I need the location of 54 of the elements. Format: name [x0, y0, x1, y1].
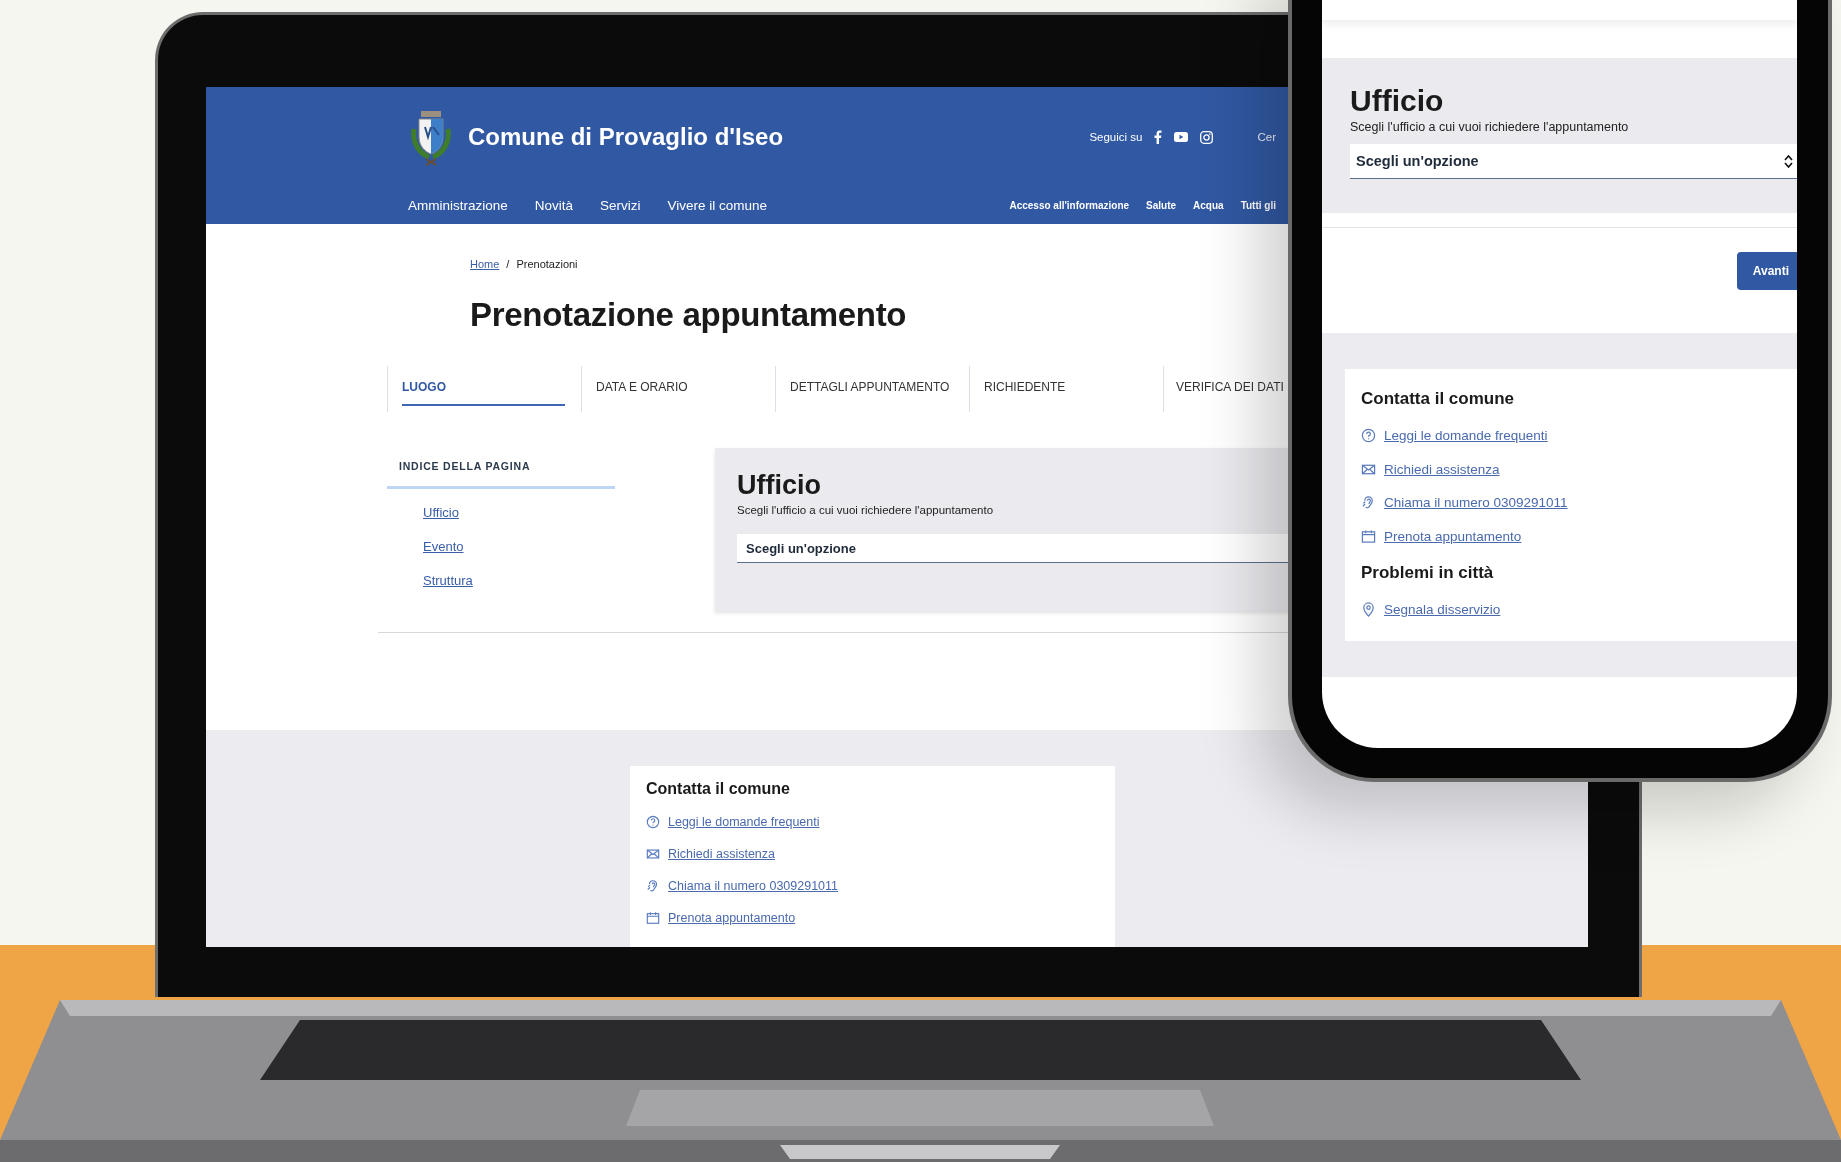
- nav-link[interactable]: Tutti gli: [1240, 200, 1276, 211]
- contact-link[interactable]: Segnala disservizio: [1384, 602, 1501, 618]
- page-index-link[interactable]: Ufficio: [423, 503, 615, 523]
- nav-link[interactable]: Vivere il comune: [667, 198, 768, 213]
- calendar-icon: [1361, 528, 1376, 544]
- location-pin-icon: [1361, 602, 1376, 618]
- select-field[interactable]: Scegli un'opzione: [1350, 144, 1797, 179]
- site-name[interactable]: Comune di Provaglio d'Iseo: [468, 123, 784, 151]
- section-description: Scegli l'ufficio a cui vuoi richiedere l'appuntamento: [1350, 120, 1630, 134]
- section-description: Scegli l'ufficio a cui vuoi richiedere l'appuntamento: [737, 504, 995, 516]
- instagram-icon[interactable]: [1200, 130, 1214, 144]
- page-index-title: INDICE DELLA PAGINA: [387, 448, 615, 489]
- contact-link[interactable]: Prenota appuntamento: [668, 911, 796, 925]
- calendar-icon: [646, 911, 660, 925]
- breadcrumb-link[interactable]: Home: [470, 258, 500, 270]
- contact-link[interactable]: Richiedi assistenza: [1384, 461, 1500, 477]
- page-title: Prenotazione appuntamento: [470, 296, 908, 334]
- step-tab[interactable]: DATA E ORARIO: [581, 366, 775, 412]
- section-title: Ufficio: [737, 470, 822, 501]
- next-button[interactable]: Avanti: [1736, 252, 1797, 290]
- breadcrumb-current: Prenotazioni: [516, 258, 578, 270]
- section-heading: Contatta il comune: [646, 780, 791, 798]
- breadcrumb-separator: /: [506, 258, 510, 270]
- nav-link[interactable]: Novità: [534, 198, 574, 213]
- youtube-icon[interactable]: [1174, 132, 1189, 142]
- select-field[interactable]: Scegli un'opzione: [737, 534, 1291, 563]
- page-index-link[interactable]: Struttura: [423, 571, 615, 591]
- section-heading: Contatta il comune: [1361, 389, 1515, 409]
- contact-link[interactable]: Chiama il numero 0309291011: [1384, 495, 1568, 511]
- page-index-link[interactable]: Evento: [423, 537, 615, 557]
- step-tab[interactable]: LUOGO: [387, 366, 581, 412]
- nav-link[interactable]: Salute: [1146, 200, 1177, 211]
- section-title: Ufficio: [1350, 84, 1445, 118]
- question-icon: [646, 815, 660, 829]
- chevron-updown-icon: [1784, 153, 1793, 169]
- contact-link[interactable]: Chiama il numero 0309291011: [668, 879, 839, 893]
- mail-icon: [646, 847, 660, 861]
- contact-link[interactable]: Leggi le domande frequenti: [1384, 428, 1548, 444]
- nav-link[interactable]: Amministrazione: [408, 198, 508, 213]
- contact-link[interactable]: Leggi le domande frequenti: [668, 815, 820, 829]
- facebook-icon[interactable]: [1154, 130, 1163, 144]
- section-heading: Problemi in città: [1361, 563, 1495, 583]
- question-icon: [1361, 428, 1376, 444]
- step-tab[interactable]: RICHIEDENTE: [969, 366, 1163, 412]
- ear-icon: [646, 879, 660, 893]
- step-tab[interactable]: DETTAGLI APPUNTAMENTO: [775, 366, 969, 412]
- contact-link[interactable]: Prenota appuntamento: [1384, 528, 1522, 544]
- nav-link[interactable]: Acqua: [1193, 200, 1224, 211]
- follow-label: Seguici su: [1089, 131, 1143, 143]
- search-label[interactable]: Cer: [1257, 131, 1276, 143]
- nav-link[interactable]: Accesso all'informazione: [1009, 200, 1130, 211]
- ear-icon: [1361, 495, 1376, 511]
- nav-link[interactable]: Servizi: [600, 198, 641, 213]
- contact-link[interactable]: Richiedi assistenza: [668, 847, 775, 861]
